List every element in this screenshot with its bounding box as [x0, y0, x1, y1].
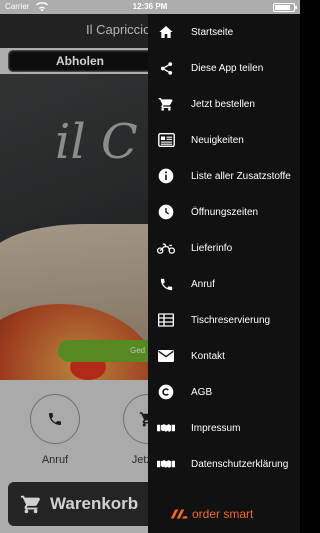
motorbike-icon	[157, 239, 175, 257]
menu-item-delivery[interactable]: Lieferinfo	[148, 230, 300, 266]
battery-fill	[275, 5, 291, 10]
info-icon	[157, 167, 175, 185]
menu-item-news[interactable]: Neuigkeiten	[148, 122, 300, 158]
menu-label: Datenschutzerklärung	[191, 458, 289, 470]
menu-label: Startseite	[191, 26, 234, 38]
menu-item-call[interactable]: Anruf	[148, 266, 300, 302]
phone-icon	[157, 275, 175, 293]
news-icon	[157, 131, 175, 149]
menu-label: Lieferinfo	[191, 242, 233, 254]
side-drawer: Startseite Diese App teilen Jetzt bestel…	[148, 14, 300, 533]
share-icon	[157, 59, 175, 77]
clock-icon	[157, 203, 175, 221]
menu-label: AGB	[191, 386, 213, 398]
menu-item-share[interactable]: Diese App teilen	[148, 50, 300, 86]
copyright-icon	[157, 383, 175, 401]
home-icon	[157, 23, 175, 41]
menu-label: Öffnungszeiten	[191, 206, 259, 218]
menu-label: Jetzt bestellen	[191, 98, 255, 110]
menu-item-additives[interactable]: Liste aller Zusatzstoffe	[148, 158, 300, 194]
battery-icon	[273, 3, 297, 12]
menu-item-terms[interactable]: AGB	[148, 374, 300, 410]
order-smart-logo: order smart	[170, 504, 280, 524]
brand-text: order smart	[192, 507, 254, 521]
status-bar: Carrier 12:36 PM	[0, 0, 300, 14]
menu-item-privacy[interactable]: Datenschutzerklärung	[148, 446, 300, 482]
menu-item-order[interactable]: Jetzt bestellen	[148, 86, 300, 122]
menu-label: Neuigkeiten	[191, 134, 244, 146]
menu-item-startseite[interactable]: Startseite	[148, 14, 300, 50]
menu-item-hours[interactable]: Öffnungszeiten	[148, 194, 300, 230]
menu-item-imprint[interactable]: Impressum	[148, 410, 300, 446]
order-smart-logo-mark	[170, 509, 188, 519]
table-icon	[157, 311, 175, 329]
menu-label: Anruf	[191, 278, 215, 290]
menu-label: Diese App teilen	[191, 62, 264, 74]
handshake-icon	[157, 455, 175, 473]
menu-label: Kontakt	[191, 350, 225, 362]
menu-label: Liste aller Zusatzstoffe	[191, 170, 291, 182]
menu-item-reservation[interactable]: Tischreservierung	[148, 302, 300, 338]
menu-label: Impressum	[191, 422, 241, 434]
menu-item-contact[interactable]: Kontakt	[148, 338, 300, 374]
menu-label: Tischreservierung	[191, 314, 271, 326]
clock-time: 12:36 PM	[132, 2, 168, 11]
handshake-icon	[157, 419, 175, 437]
cart-icon	[157, 95, 175, 113]
envelope-icon	[157, 347, 175, 365]
